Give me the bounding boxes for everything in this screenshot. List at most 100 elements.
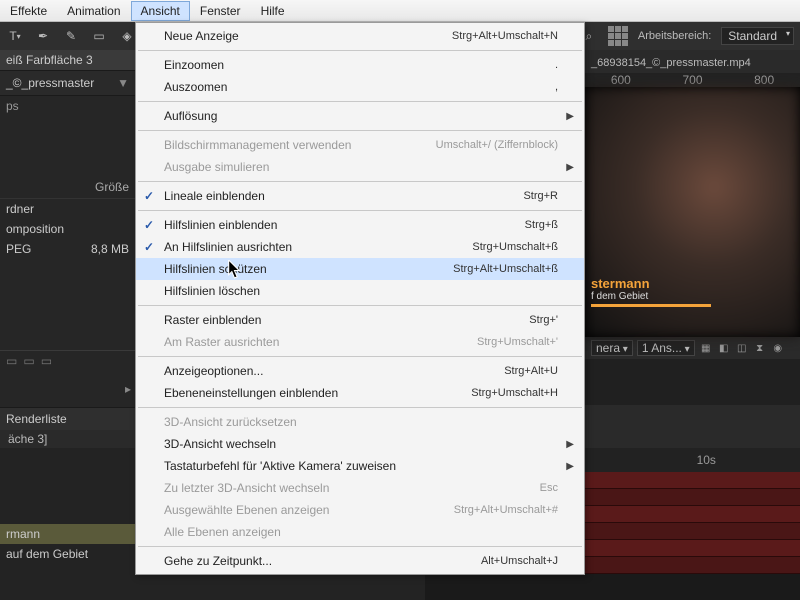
menu-item: Alle Ebenen anzeigen bbox=[136, 521, 584, 543]
bits-icon[interactable]: ▭ bbox=[6, 354, 17, 368]
menu-item-label: Lineale einblenden bbox=[164, 189, 265, 203]
views-select[interactable]: 1 Ans... ▾ bbox=[637, 340, 695, 356]
lower-third: stermann f dem Gebiet bbox=[591, 276, 711, 307]
menu-fenster[interactable]: Fenster bbox=[190, 1, 251, 21]
menu-item[interactable]: Auflösung ▶ bbox=[136, 105, 584, 127]
text-tool-icon[interactable]: T▾ bbox=[6, 27, 24, 45]
submenu-arrow-icon: ▶ bbox=[566, 461, 574, 472]
menu-item-label: Ausgewählte Ebenen anzeigen bbox=[164, 503, 329, 517]
menu-item-label: Ebeneneinstellungen einblenden bbox=[164, 386, 338, 400]
menu-item[interactable]: Neue AnzeigeStrg+Alt+Umschalt+N bbox=[136, 25, 584, 47]
menu-item-label: Tastaturbefehl für 'Aktive Kamera' zuwei… bbox=[164, 459, 396, 473]
project-item-header[interactable]: _©_pressmaster ▼ bbox=[0, 71, 135, 96]
timeline-tab[interactable]: äche 3] bbox=[0, 430, 55, 448]
menu-hilfe[interactable]: Hilfe bbox=[251, 1, 295, 21]
menu-item-label: Am Raster ausrichten bbox=[164, 335, 279, 349]
menu-shortcut: Esc bbox=[540, 482, 558, 494]
menu-item-label: Hilfslinien löschen bbox=[164, 284, 260, 298]
menu-item: 3D-Ansicht zurücksetzen bbox=[136, 411, 584, 433]
workspace-label: Arbeitsbereich: bbox=[638, 30, 711, 42]
menu-item-label: Gehe zu Zeitpunkt... bbox=[164, 554, 272, 568]
menu-shortcut: Strg+Alt+Umschalt+ß bbox=[453, 263, 558, 275]
menu-item[interactable]: Hilfslinien schützenStrg+Alt+Umschalt+ß bbox=[136, 258, 584, 280]
pin-tool-icon[interactable]: ◈ bbox=[118, 27, 136, 45]
chevron-down-icon: ▼ bbox=[117, 76, 129, 90]
project-columns: Größe bbox=[0, 176, 135, 199]
project-item-sub: ps bbox=[0, 96, 135, 116]
menu-item[interactable]: Einzoomen. bbox=[136, 54, 584, 76]
menu-item[interactable]: ✓Hilfslinien einblendenStrg+ß bbox=[136, 214, 584, 236]
menu-item: Bildschirmmanagement verwendenUmschalt+/… bbox=[136, 134, 584, 156]
preview-controls: nera ▾ 1 Ans... ▾ ▦ ◧ ◫ ⧗ ◉ bbox=[585, 337, 800, 359]
pen-tool-icon[interactable]: ✒ bbox=[34, 27, 52, 45]
menu-shortcut: Strg+' bbox=[529, 314, 558, 326]
check-icon: ✓ bbox=[144, 189, 154, 203]
grid-icon[interactable]: ▦ bbox=[699, 341, 713, 355]
menu-animation[interactable]: Animation bbox=[57, 1, 130, 21]
menu-effekte[interactable]: Effekte bbox=[0, 1, 57, 21]
workspace-grid-icon[interactable] bbox=[608, 26, 628, 46]
new-icon[interactable]: ▭ bbox=[41, 354, 52, 368]
menu-item-label: Zu letzter 3D-Ansicht wechseln bbox=[164, 481, 329, 495]
project-item-name: _©_pressmaster bbox=[6, 76, 94, 90]
menu-separator bbox=[138, 50, 582, 51]
menu-item-label: Auflösung bbox=[164, 109, 217, 123]
menu-item[interactable]: Ebeneneinstellungen einblenden Strg+Umsch… bbox=[136, 382, 584, 404]
preview-tab[interactable]: _68938154_©_pressmaster.mp4 bbox=[585, 55, 800, 73]
snapshot-icon[interactable]: ◉ bbox=[771, 341, 785, 355]
menu-item[interactable]: Hilfslinien löschen bbox=[136, 280, 584, 302]
check-icon: ✓ bbox=[144, 240, 154, 254]
menu-item-label: Hilfslinien einblenden bbox=[164, 218, 277, 232]
menu-item-label: Alle Ebenen anzeigen bbox=[164, 525, 281, 539]
menu-item-label: 3D-Ansicht zurücksetzen bbox=[164, 415, 297, 429]
folder-icon[interactable]: ▭ bbox=[23, 354, 34, 368]
camera-select[interactable]: nera ▾ bbox=[591, 340, 633, 356]
render-queue-tab[interactable]: Renderliste bbox=[0, 407, 135, 430]
lower-third-bar bbox=[591, 304, 711, 307]
menu-separator bbox=[138, 546, 582, 547]
project-row[interactable]: omposition bbox=[0, 219, 135, 239]
menu-item[interactable]: Tastaturbefehl für 'Aktive Kamera' zuwei… bbox=[136, 455, 584, 477]
menu-shortcut: Umschalt+/ (Ziffernblock) bbox=[436, 139, 558, 151]
menu-separator bbox=[138, 305, 582, 306]
menu-item[interactable]: Gehe zu Zeitpunkt... Alt+Umschalt+J bbox=[136, 550, 584, 572]
menu-item[interactable]: Raster einblendenStrg+' bbox=[136, 309, 584, 331]
ansicht-menu: Neue AnzeigeStrg+Alt+Umschalt+N Einzoomen… bbox=[135, 22, 585, 575]
lower-third-name: stermann bbox=[591, 276, 711, 291]
submenu-arrow-icon: ▶ bbox=[566, 162, 574, 173]
mask-icon[interactable]: ◧ bbox=[717, 341, 731, 355]
menu-item[interactable]: ✓An Hilfslinien ausrichtenStrg+Umschalt+… bbox=[136, 236, 584, 258]
preview-viewport[interactable]: stermann f dem Gebiet bbox=[585, 87, 800, 337]
menu-item: Ausgewählte Ebenen anzeigen Strg+Alt+Umsc… bbox=[136, 499, 584, 521]
workspace-selector[interactable]: Standard▾ bbox=[721, 27, 794, 45]
region-icon[interactable]: ◫ bbox=[735, 341, 749, 355]
project-tab[interactable]: eiß Farbfläche 3 bbox=[0, 50, 135, 71]
menu-separator bbox=[138, 181, 582, 182]
stamp-tool-icon[interactable]: ▭ bbox=[90, 27, 108, 45]
menu-item[interactable]: Anzeigeoptionen...Strg+Alt+U bbox=[136, 360, 584, 382]
menu-item[interactable]: ✓Lineale einblendenStrg+R bbox=[136, 185, 584, 207]
project-row[interactable]: PEG8,8 MB bbox=[0, 239, 135, 259]
project-row[interactable]: rdner bbox=[0, 199, 135, 219]
menu-item[interactable]: 3D-Ansicht wechseln ▶ bbox=[136, 433, 584, 455]
submenu-arrow-icon: ▶ bbox=[566, 111, 574, 122]
menu-shortcut: Strg+ß bbox=[525, 219, 558, 231]
submenu-arrow-icon: ▶ bbox=[566, 439, 574, 450]
menubar: Effekte Animation Ansicht Fenster Hilfe bbox=[0, 0, 800, 22]
menu-shortcut: Strg+Alt+Umschalt+# bbox=[454, 504, 558, 516]
menu-shortcut: Alt+Umschalt+J bbox=[481, 555, 558, 567]
scroll-right-icon[interactable]: ▸ bbox=[125, 382, 131, 396]
menu-item-label: Auszoomen bbox=[164, 80, 227, 94]
menu-item-label: Anzeigeoptionen... bbox=[164, 364, 263, 378]
menu-ansicht[interactable]: Ansicht bbox=[131, 1, 190, 21]
menu-shortcut: Strg+Umschalt+ß bbox=[472, 241, 558, 253]
menu-item: Ausgabe simulieren▶ bbox=[136, 156, 584, 178]
brush-tool-icon[interactable]: ✎ bbox=[62, 27, 80, 45]
time-icon[interactable]: ⧗ bbox=[753, 341, 767, 355]
menu-item[interactable]: Auszoomen, bbox=[136, 76, 584, 98]
menu-shortcut: Strg+Umschalt+H bbox=[471, 387, 558, 399]
menu-separator bbox=[138, 101, 582, 102]
menu-item: Am Raster ausrichtenStrg+Umschalt+' bbox=[136, 331, 584, 353]
composition-preview: _68938154_©_pressmaster.mp4 600700800 st… bbox=[585, 55, 800, 405]
menu-item-label: 3D-Ansicht wechseln bbox=[164, 437, 276, 451]
